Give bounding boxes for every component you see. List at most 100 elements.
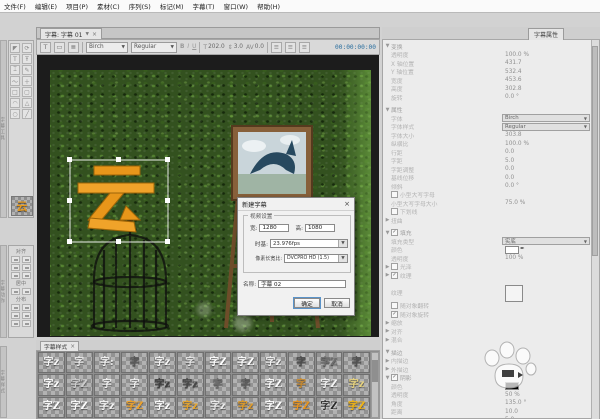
triangle-right-icon[interactable]: ▶ — [384, 366, 391, 372]
triangle-down-icon[interactable]: ▼ — [384, 107, 391, 113]
menu-item-1[interactable]: 编辑(E) — [35, 1, 57, 11]
property-dropdown[interactable]: Birch ▼ — [502, 114, 590, 123]
triangle-right-icon[interactable]: ▶ — [384, 264, 391, 270]
properties-tab[interactable]: 字幕属性 — [528, 28, 565, 40]
style-swatch[interactable]: 字z — [149, 374, 176, 396]
style-swatch[interactable]: 字Z — [315, 352, 343, 374]
style-swatch[interactable]: 字 — [287, 352, 315, 374]
bold-button[interactable]: B — [180, 44, 184, 50]
properties-scrollbar-thumb[interactable] — [592, 46, 598, 256]
menu-item-0[interactable]: 文件(F) — [4, 1, 26, 11]
property-value[interactable]: 532.4 — [505, 69, 522, 75]
style-swatch[interactable]: 字 — [121, 374, 148, 396]
close-icon[interactable]: × — [70, 344, 75, 350]
checkbox[interactable]: ✓ — [391, 271, 398, 279]
triangle-down-icon[interactable]: ▼ — [384, 375, 391, 381]
checkbox[interactable]: ✓ — [391, 374, 398, 382]
style-swatch[interactable]: 字Z — [287, 396, 315, 418]
style-swatch[interactable]: 字z — [93, 396, 121, 418]
property-value[interactable]: 100.0 % — [505, 141, 529, 147]
ok-button[interactable]: 确定 — [293, 297, 321, 309]
triangle-down-icon[interactable]: ▼ — [384, 230, 391, 236]
property-value[interactable]: 0.0 ° — [505, 183, 519, 189]
triangle-right-icon[interactable]: ▶ — [384, 272, 391, 278]
style-swatch[interactable]: 字z — [38, 352, 65, 374]
property-value[interactable]: 302.8 — [505, 86, 522, 92]
cancel-button[interactable]: 取消 — [324, 298, 350, 308]
height-input[interactable]: 1080 — [304, 224, 335, 232]
action-button[interactable] — [10, 272, 20, 279]
triangle-down-icon[interactable]: ▼ — [384, 43, 391, 49]
tool-button-0[interactable]: ◤ — [10, 43, 20, 53]
style-swatch[interactable]: 字 — [93, 374, 121, 396]
tool-button-11[interactable]: △ — [22, 98, 32, 108]
roll-crawl-button[interactable]: ≣ — [68, 41, 79, 53]
property-value[interactable]: 453.6 — [505, 77, 522, 83]
property-value[interactable]: 75.0 % — [505, 200, 525, 206]
title-text-object[interactable] — [77, 165, 155, 233]
triangle-right-icon[interactable]: ▶ — [384, 337, 391, 343]
action-button[interactable] — [10, 304, 20, 311]
chevron-down-icon[interactable]: ▼ — [85, 32, 88, 37]
templates-button[interactable]: ▭ — [54, 41, 65, 53]
style-swatch[interactable]: 字z — [176, 374, 204, 396]
action-button[interactable] — [21, 256, 31, 263]
property-value[interactable]: 135.0 ° — [505, 400, 526, 406]
triangle-right-icon[interactable]: ▶ — [384, 358, 391, 364]
tool-button-3[interactable]: Ŧ — [22, 54, 32, 64]
style-swatch[interactable]: 字z — [232, 396, 259, 418]
menu-item-6[interactable]: 字幕(T) — [193, 1, 215, 11]
style-swatch[interactable]: 字z — [38, 374, 65, 396]
tool-button-6[interactable]: 〜 — [10, 76, 20, 86]
style-swatch[interactable]: 字 — [65, 352, 93, 374]
style-swatch[interactable]: 字Z — [232, 352, 259, 374]
action-button[interactable] — [10, 320, 20, 327]
close-icon[interactable]: × — [344, 200, 350, 208]
leading-control[interactable]: ⇕ 3.0 — [228, 44, 243, 51]
style-swatch[interactable]: 字z — [149, 396, 176, 418]
pixel-aspect-dropdown[interactable]: DVCPRO HD (1.5) ▼ — [284, 254, 348, 263]
style-swatch[interactable]: 字Z — [260, 374, 287, 396]
triangle-right-icon[interactable]: ▶ — [384, 217, 391, 223]
collapsed-panel-tab-styles[interactable]: 字幕样式 — [0, 346, 7, 418]
italic-button[interactable]: I — [187, 44, 189, 50]
style-swatch[interactable]: 字Z — [65, 374, 93, 396]
menu-item-8[interactable]: 帮助(H) — [257, 1, 280, 11]
collapsed-panel-tab-tools[interactable]: 字幕工具 — [0, 40, 7, 218]
property-value[interactable]: 303.8 — [505, 132, 522, 138]
triangle-down-icon[interactable]: ▼ — [384, 349, 391, 355]
style-swatch[interactable]: 字Z — [65, 396, 93, 418]
style-swatch[interactable]: 字z — [149, 352, 176, 374]
style-swatch[interactable]: 字 — [343, 352, 370, 374]
close-icon[interactable]: × — [92, 31, 97, 38]
style-swatch[interactable]: 字Z — [315, 374, 343, 396]
tool-button-5[interactable]: ✎ — [22, 65, 32, 75]
style-swatch[interactable]: 字Z — [315, 396, 343, 418]
style-swatch[interactable]: 字 — [121, 352, 148, 374]
tool-button-8[interactable]: □ — [10, 87, 20, 97]
checkbox[interactable]: ✓ — [391, 310, 398, 318]
color-swatch[interactable] — [505, 245, 519, 254]
property-dropdown[interactable]: Regular ▼ — [502, 122, 590, 131]
collapsed-panel-tab-actions[interactable]: 字幕动作 — [0, 245, 7, 338]
tool-button-12[interactable]: ○ — [10, 109, 20, 119]
new-title-button[interactable]: T — [40, 41, 51, 53]
style-swatch[interactable]: 字 — [287, 374, 315, 396]
style-swatch[interactable]: 字: — [93, 352, 121, 374]
property-value[interactable]: 0.0 ° — [505, 94, 519, 100]
style-swatch[interactable]: 字 — [204, 374, 232, 396]
menu-item-7[interactable]: 窗口(W) — [224, 1, 249, 11]
style-swatch[interactable]: 字z — [204, 396, 232, 418]
underline-button[interactable]: U — [192, 44, 196, 50]
timebase-dropdown[interactable]: 23.976fps ▼ — [270, 239, 348, 248]
font-size-control[interactable]: T 202.0 — [203, 44, 224, 51]
property-value[interactable]: 0.0 — [505, 149, 514, 155]
checkbox[interactable]: ✓ — [391, 229, 398, 237]
styles-tab[interactable]: 字幕样式 × — [40, 341, 80, 351]
action-button[interactable] — [10, 312, 20, 319]
name-input[interactable]: 字幕 02 — [258, 280, 347, 288]
action-button[interactable] — [21, 264, 31, 271]
tool-button-4[interactable]: ⌶ — [10, 65, 20, 75]
triangle-right-icon[interactable]: ▶ — [384, 328, 391, 334]
property-value[interactable]: 10.0 — [505, 409, 518, 415]
